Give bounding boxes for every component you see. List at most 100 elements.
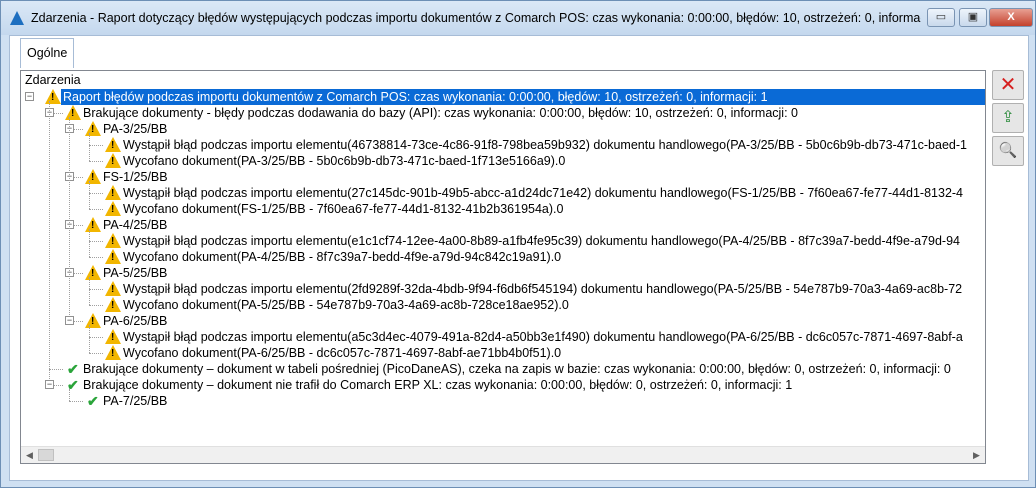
- warning-icon: !: [105, 297, 121, 313]
- scroll-left-button[interactable]: ◀: [21, 447, 38, 463]
- tree-node[interactable]: ! PA-4/25/BB: [85, 217, 169, 233]
- tree-node-label: Wycofano dokument(PA-6/25/BB - dc6c057c-…: [123, 346, 562, 360]
- warning-icon: !: [105, 233, 121, 249]
- tree-connector: [89, 277, 90, 305]
- tree-connector: [89, 161, 103, 162]
- collapse-toggle[interactable]: −: [65, 316, 74, 325]
- tree-connector: [49, 101, 50, 385]
- tree-connector: [89, 133, 90, 161]
- tree-header: Zdarzenia: [25, 73, 81, 87]
- collapse-toggle[interactable]: −: [45, 380, 54, 389]
- tree-connector: [89, 257, 103, 258]
- tree-node-label: Wystąpił błąd podczas importu elementu(2…: [123, 186, 964, 200]
- tree-node[interactable]: ! Wystąpił błąd podczas importu elementu(…: [105, 137, 969, 153]
- tree-node-label: Wycofano dokument(PA-5/25/BB - 54e787b9-…: [123, 298, 569, 312]
- tree-node[interactable]: ! Raport błędów podczas importu dokumentó…: [45, 89, 985, 105]
- tree-node-label: Brakujące dokumenty – dokument nie trafi…: [83, 378, 793, 392]
- tree-connector: [89, 289, 103, 290]
- scroll-thumb[interactable]: [38, 449, 54, 461]
- delete-button[interactable]: ✕: [992, 70, 1024, 100]
- tree-node[interactable]: ✔ Brakujące dokumenty – dokument nie traf…: [65, 377, 794, 393]
- tree-node[interactable]: ! Wycofano dokument(PA-5/25/BB - 54e787b9…: [105, 297, 571, 313]
- tree-connector: [89, 241, 103, 242]
- tree-node[interactable]: ! Wycofano dokument(FS-1/25/BB - 7f60ea67…: [105, 201, 565, 217]
- tree-node[interactable]: ! Wystąpił błąd podczas importu elementu(…: [105, 185, 965, 201]
- tree-connector: [69, 117, 70, 321]
- close-button[interactable]: X: [989, 8, 1033, 27]
- tree-node-label: Wystąpił błąd podczas importu elementu(a…: [123, 330, 963, 344]
- tree-node-label: PA-3/25/BB: [103, 122, 168, 136]
- events-tree-panel: Zdarzenia ! Raport błędów podczas importu…: [20, 70, 986, 464]
- tree-node[interactable]: ! Brakujące dokumenty - błędy podczas dod…: [65, 105, 800, 121]
- export-button[interactable]: ⇪: [992, 103, 1024, 133]
- tree-node-label: Wycofano dokument(PA-3/25/BB - 5b0c6b9b-…: [123, 154, 566, 168]
- warning-icon: !: [85, 313, 101, 329]
- tree-connector: [69, 389, 70, 401]
- tree-node-label: FS-1/25/BB: [103, 170, 168, 184]
- tree-node-label: Raport błędów podczas importu dokumentów…: [61, 89, 985, 105]
- search-icon: 🔍: [998, 142, 1018, 159]
- tree-node-label: PA-4/25/BB: [103, 218, 168, 232]
- tree-node[interactable]: ! Wystąpił błąd podczas importu elementu(…: [105, 329, 965, 345]
- tree-connector: [89, 353, 103, 354]
- tree-node-label: Brakujące dokumenty - błędy podczas doda…: [83, 106, 798, 120]
- collapse-toggle[interactable]: −: [25, 92, 34, 101]
- warning-icon: !: [65, 105, 81, 121]
- tree-connector: [69, 401, 83, 402]
- tree-node[interactable]: ! Wystąpił błąd podczas importu elementu(…: [105, 233, 962, 249]
- tree-node-label: Wystąpił błąd podczas importu elementu(4…: [123, 138, 967, 152]
- warning-icon: !: [85, 217, 101, 233]
- horizontal-scrollbar[interactable]: ◀ ▶: [21, 446, 985, 463]
- warning-icon: !: [105, 345, 121, 361]
- maximize-button[interactable]: ▣: [959, 8, 987, 27]
- tree-node-label: Wycofano dokument(FS-1/25/BB - 7f60ea67-…: [123, 202, 564, 216]
- title-bar: Zdarzenia - Raport dotyczący błędów wyst…: [1, 1, 1035, 35]
- check-icon: ✔: [67, 377, 79, 393]
- tree-connector: [89, 337, 103, 338]
- tree-node[interactable]: ! PA-6/25/BB: [85, 313, 169, 329]
- minimize-button[interactable]: ▭: [927, 8, 955, 27]
- check-icon: ✔: [87, 393, 99, 409]
- tree-node[interactable]: ! Wystąpił błąd podczas importu elementu(…: [105, 281, 964, 297]
- warning-icon: !: [45, 89, 61, 105]
- tab-ogolne[interactable]: Ogólne: [20, 38, 74, 68]
- export-icon: ⇪: [1001, 109, 1015, 126]
- delete-icon: ✕: [999, 74, 1017, 96]
- warning-icon: !: [105, 249, 121, 265]
- tree-node[interactable]: ✔ PA-7/25/BB: [85, 393, 169, 409]
- tree-node-label: Brakujące dokumenty – dokument w tabeli …: [83, 362, 951, 376]
- search-button[interactable]: 🔍: [992, 136, 1024, 166]
- tree-node[interactable]: ! PA-3/25/BB: [85, 121, 169, 137]
- tree-node-label: PA-6/25/BB: [103, 314, 168, 328]
- tree-node[interactable]: ! Wycofano dokument(PA-4/25/BB - 8f7c39a7…: [105, 249, 563, 265]
- tree-node[interactable]: ! FS-1/25/BB: [85, 169, 170, 185]
- tree-connector: [89, 325, 90, 353]
- tree-connector: [89, 145, 103, 146]
- tree-connector: [49, 369, 63, 370]
- warning-icon: !: [85, 265, 101, 281]
- tree-node-label: PA-5/25/BB: [103, 266, 168, 280]
- tree-node[interactable]: ! PA-5/25/BB: [85, 265, 169, 281]
- tree-node[interactable]: ✔ Brakujące dokumenty – dokument w tabeli…: [65, 361, 953, 377]
- app-logo-icon: [10, 11, 24, 25]
- warning-icon: !: [105, 185, 121, 201]
- warning-icon: !: [85, 121, 101, 137]
- scroll-right-button[interactable]: ▶: [968, 447, 985, 463]
- window: Zdarzenia - Raport dotyczący błędów wyst…: [0, 0, 1036, 488]
- warning-icon: !: [105, 137, 121, 153]
- window-title: Zdarzenia - Raport dotyczący błędów wyst…: [31, 11, 921, 25]
- warning-icon: !: [105, 329, 121, 345]
- tree-node[interactable]: ! Wycofano dokument(PA-3/25/BB - 5b0c6b9b…: [105, 153, 567, 169]
- warning-icon: !: [85, 169, 101, 185]
- tree-node-label: PA-7/25/BB: [103, 394, 168, 408]
- tree-node-label: Wystąpił błąd podczas importu elementu(2…: [123, 282, 963, 296]
- warning-icon: !: [105, 201, 121, 217]
- check-icon: ✔: [67, 361, 79, 377]
- tree-node[interactable]: ! Wycofano dokument(PA-6/25/BB - dc6c057c…: [105, 345, 563, 361]
- content-area: Ogólne Zdarzenia ! Raport błędów podczas …: [9, 35, 1029, 481]
- warning-icon: !: [105, 153, 121, 169]
- tree-connector: [89, 209, 103, 210]
- warning-icon: !: [105, 281, 121, 297]
- tree-connector: [89, 229, 90, 257]
- tree-connector: [89, 305, 103, 306]
